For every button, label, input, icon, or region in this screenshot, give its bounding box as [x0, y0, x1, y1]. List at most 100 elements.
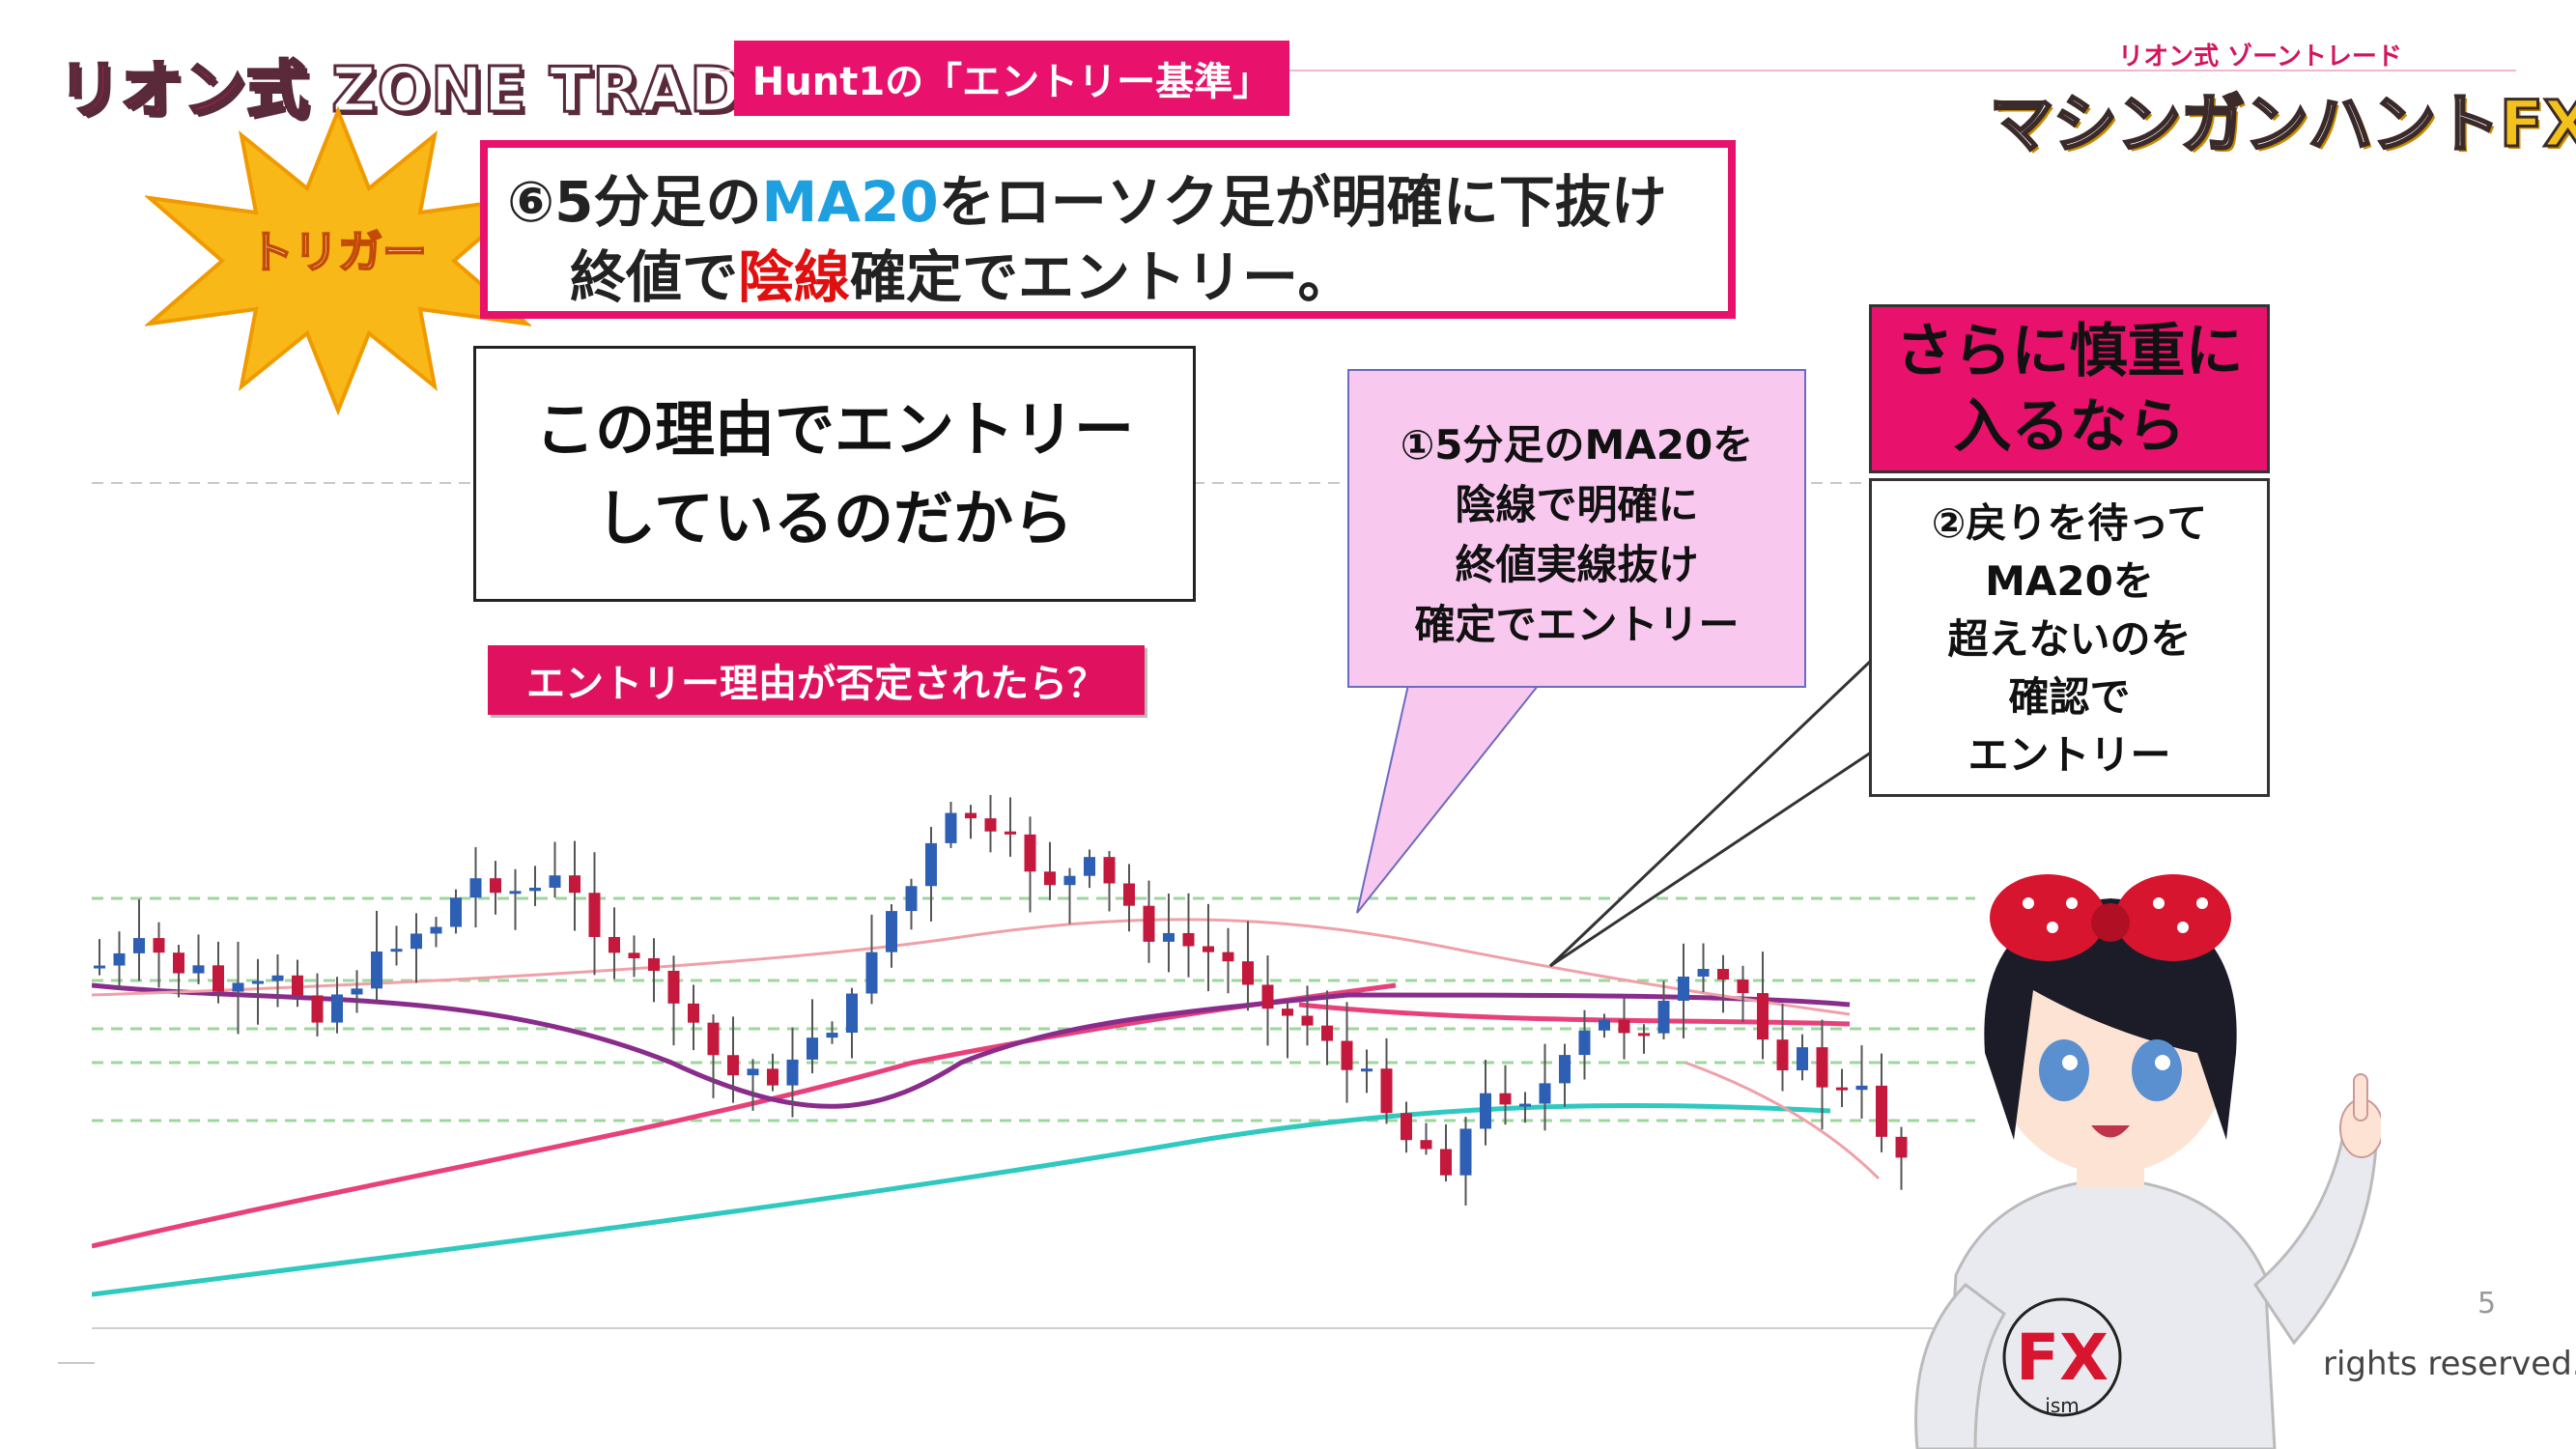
candle-body [469, 878, 482, 898]
candle-body [1638, 1033, 1650, 1037]
candle-body [1203, 946, 1214, 952]
candle-body [1044, 871, 1056, 886]
reason-line-1: この理由でエントリー [534, 393, 1134, 465]
candle-body [1282, 1009, 1293, 1016]
candle-body [1459, 1128, 1472, 1176]
candle-body [529, 887, 541, 892]
trigger-l2-pre: 終値で [570, 244, 739, 310]
bubble1-line: 終値実線抜け [1455, 541, 1699, 588]
bubble1-line: 確定でエントリー [1414, 601, 1740, 648]
bubble1-line: 陰線で明確に [1455, 481, 1699, 528]
candle-body [1182, 932, 1195, 947]
candle-body [905, 886, 918, 912]
bubble2-line: MA20を [1985, 557, 2154, 605]
candle-body [965, 812, 977, 819]
brand-fx: FX [2499, 86, 2576, 163]
trigger-badge: トリガー [248, 225, 428, 279]
candle-body [430, 926, 442, 934]
careful-line-2: 入るなら [1953, 392, 2186, 461]
candle-body [846, 993, 858, 1034]
candle-body [232, 982, 244, 992]
copyright: rights reserved. [2323, 1345, 2576, 1383]
candle-body [490, 878, 501, 894]
candle-body [1480, 1093, 1491, 1129]
denied-label: エントリー理由が否定されたら？ [488, 645, 1145, 715]
candle-body [173, 952, 184, 974]
candle-body [747, 1068, 759, 1076]
candle-body [1024, 834, 1036, 872]
page-number: 5 [2477, 1287, 2497, 1321]
candle-body [1143, 905, 1155, 942]
candle-body [767, 1068, 778, 1086]
candle-body [1261, 984, 1274, 1009]
trigger-line-1: ⑥5分足のMA20をローソク足が明確に下抜け [507, 156, 1667, 238]
shirt-sub-text: ism [2045, 1394, 2079, 1417]
section-tab: Hunt1の「エントリー基準」 [734, 41, 1289, 116]
candle-body [311, 995, 324, 1023]
candle-body [826, 1033, 838, 1038]
candle-body [1084, 857, 1095, 876]
candle-body [153, 938, 165, 953]
candle-body [1539, 1083, 1551, 1104]
trigger-ma20: MA20 [761, 169, 939, 235]
brand-title: マシンガンハント [1989, 86, 2502, 163]
candle-body [271, 975, 284, 981]
candle-body [1341, 1040, 1353, 1070]
candle-body [1440, 1149, 1452, 1176]
candle-body [450, 897, 462, 927]
candle-body [1657, 1000, 1670, 1034]
footer-rule [58, 1362, 95, 1364]
candle-body [410, 933, 422, 950]
candle-body [727, 1055, 739, 1076]
candle-body [1163, 932, 1175, 942]
reason-box: この理由でエントリー しているのだから [473, 346, 1196, 602]
candle-body [509, 891, 522, 895]
bubble1-line: ①5分足のMA20を [1400, 421, 1754, 469]
candle-body [192, 965, 205, 974]
candle-body [1242, 961, 1254, 985]
candle-body [1816, 1047, 1828, 1088]
candle-body [549, 875, 561, 888]
candle-body [609, 936, 620, 953]
mascot-character: FX ism [1914, 874, 2381, 1449]
candle-body [925, 842, 937, 887]
candle-body [945, 812, 957, 843]
shirt-fx-text: FX [2016, 1321, 2109, 1395]
bubble2-line: 超えないのを [1947, 615, 2192, 663]
candle-body [1499, 1093, 1512, 1105]
candle-body [1420, 1140, 1432, 1150]
candle-body [1103, 857, 1116, 884]
candle-body [390, 949, 403, 952]
candle-body [569, 875, 580, 894]
candle-body [1321, 1025, 1333, 1041]
candle-body [1519, 1103, 1531, 1107]
candle-body [1401, 1113, 1412, 1141]
candle-body [1797, 1047, 1808, 1070]
reason-line-2: しているのだから [595, 482, 1074, 554]
bubble1-text: ①5分足のMA20を 陰線で明確に 終値実線抜け 確定でエントリー [1347, 415, 1806, 655]
candle-body [648, 958, 660, 971]
careful-line-1: さらに慎重に [1895, 317, 2244, 385]
candle-body [331, 994, 343, 1023]
candle-body [786, 1059, 799, 1086]
candle-body [1776, 1039, 1789, 1070]
candle-body [371, 951, 382, 989]
trigger-l1-post: をローソク足が明確に下抜け [938, 169, 1667, 235]
candle-body [1063, 875, 1076, 886]
candle-body [1301, 1015, 1314, 1026]
candle-body [628, 952, 640, 959]
candle-body [1123, 883, 1135, 906]
candle-body [292, 975, 303, 996]
bubble2-line: エントリー [1967, 731, 2171, 779]
machine-gun-hunt-fx-logo: リオン式 ゾーントレード マシンガンハントFX [1989, 37, 2576, 182]
candle-body [212, 965, 224, 992]
candle-body [1757, 993, 1769, 1040]
bubble2-line: 確認で [2008, 673, 2131, 721]
trigger-line-2: 終値で陰線確定でエントリー。 [570, 232, 1353, 313]
candle-body [1222, 952, 1234, 962]
trigger-l2-post: 確定でエントリー。 [850, 244, 1354, 310]
candle-body [707, 1022, 720, 1056]
candle-body [94, 965, 105, 969]
candle-body [113, 952, 126, 966]
candle-body [807, 1037, 818, 1060]
